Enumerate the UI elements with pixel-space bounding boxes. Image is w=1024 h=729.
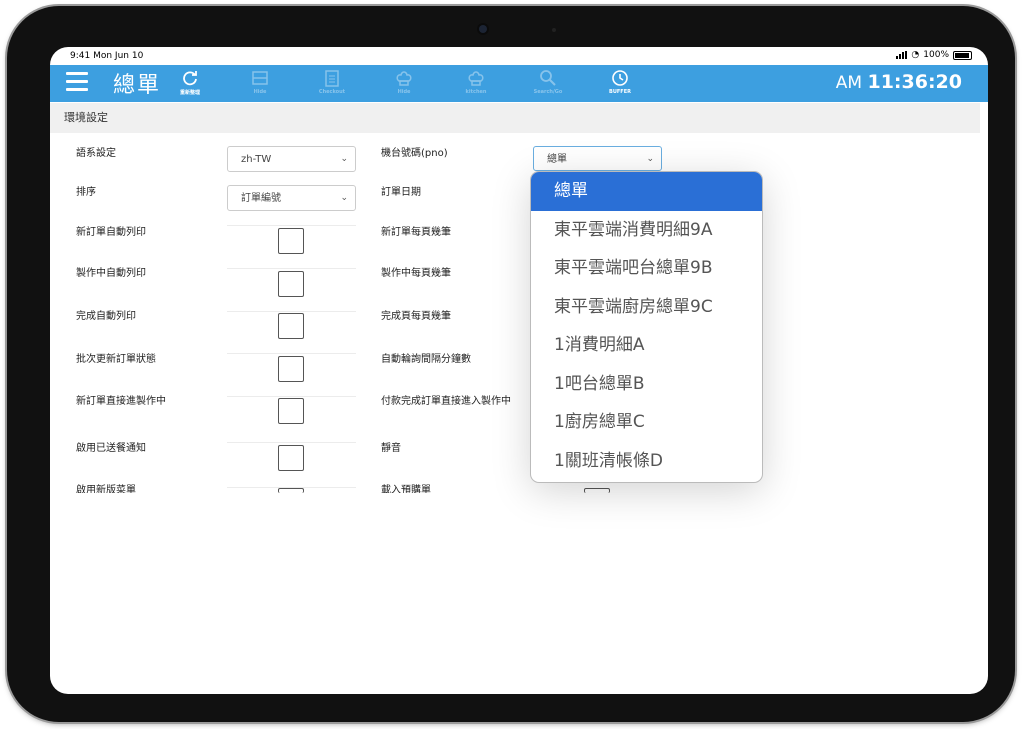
paid-to-making-label: 付款完成訂單直接進入製作中 <box>381 396 511 407</box>
delivered-notify-label: 啟用已送餐通知 <box>76 443 146 454</box>
checkout-button[interactable]: Checkout <box>312 67 352 95</box>
app-screen: 9:41 Mon Jun 10 ◔ 100% 總單 重新整理 Hide Chec… <box>50 47 988 694</box>
refresh-icon <box>170 67 210 89</box>
wifi-icon: ◔ <box>911 50 920 60</box>
dropdown-option[interactable]: 1廚房總單C <box>531 403 762 442</box>
new-menu-checkbox[interactable] <box>278 488 304 493</box>
dropdown-option[interactable]: 1吧台總單B <box>531 365 762 404</box>
clock-display: AM 11:36:20 <box>836 71 962 93</box>
row-divider <box>227 268 356 269</box>
language-label: 語系設定 <box>76 148 116 159</box>
clock-period: AM <box>835 73 863 93</box>
language-value: zh-TW <box>241 154 272 165</box>
search-button[interactable]: Search/Go <box>528 67 568 95</box>
hide-button[interactable]: Hide <box>240 67 280 95</box>
dropdown-option[interactable]: 總單 <box>531 172 762 211</box>
top-navbar: 總單 重新整理 Hide Checkout Hide kitchen Searc… <box>50 65 988 102</box>
new-to-making-checkbox[interactable] <box>278 398 304 424</box>
refresh-button[interactable]: 重新整理 <box>170 67 210 96</box>
front-camera <box>479 25 487 33</box>
checkout-label: Checkout <box>318 89 346 95</box>
making-per-page-label: 製作中每頁幾筆 <box>381 268 451 279</box>
clipboard-icon <box>312 67 352 89</box>
battery-percent: 100% <box>923 50 949 60</box>
load-preset-checkbox[interactable] <box>584 488 610 493</box>
search-icon <box>528 67 568 89</box>
tablet-frame: 9:41 Mon Jun 10 ◔ 100% 總單 重新整理 Hide Chec… <box>7 6 1015 722</box>
kitchen-label: kitchen <box>465 89 487 95</box>
row-divider <box>227 442 356 443</box>
dropdown-option[interactable]: 東平雲端吧台總單9B <box>531 249 762 288</box>
clock-icon <box>600 67 640 89</box>
new-menu-label: 啟用新版菜單 <box>76 485 136 493</box>
section-header: 環境設定 <box>50 103 980 133</box>
chef-hat-icon <box>456 67 496 89</box>
batch-update-checkbox[interactable] <box>278 356 304 382</box>
load-preset-label: 載入預購單 <box>381 485 431 493</box>
auto-print-done-label: 完成自動列印 <box>76 311 136 322</box>
new-per-page-label: 新訂單每頁幾筆 <box>381 227 451 238</box>
poll-interval-label: 自動輪詢間隔分鐘數 <box>381 354 471 365</box>
row-divider <box>227 353 356 354</box>
hide-label: Hide <box>253 89 267 95</box>
clock-time: 11:36:20 <box>867 71 962 93</box>
chevron-down-icon: ⌄ <box>340 193 348 203</box>
mute-label: 靜音 <box>381 443 401 454</box>
search-label: Search/Go <box>533 89 563 95</box>
done-per-page-label: 完成頁每頁幾筆 <box>381 311 451 322</box>
row-divider <box>227 396 356 397</box>
sort-label: 排序 <box>76 187 96 198</box>
menu-icon[interactable] <box>66 72 88 92</box>
auto-print-new-checkbox[interactable] <box>278 228 304 254</box>
signal-icon <box>896 51 908 59</box>
auto-print-making-label: 製作中自動列印 <box>76 268 146 279</box>
chevron-down-icon: ⌄ <box>646 154 654 164</box>
machine-select[interactable]: 總單 ⌄ <box>533 146 662 171</box>
auto-print-new-label: 新訂單自動列印 <box>76 227 146 238</box>
order-date-label: 訂單日期 <box>381 187 421 198</box>
kitchen-button[interactable]: kitchen <box>456 67 496 95</box>
new-to-making-label: 新訂單直接進製作中 <box>76 396 166 407</box>
machine-label: 機台號碼(pno) <box>381 148 448 159</box>
batch-update-label: 批次更新訂單狀態 <box>76 354 156 365</box>
machine-dropdown-list: 總單 東平雲端消費明細9A 東平雲端吧台總單9B 東平雲端廚房總單9C 1消費明… <box>531 172 762 482</box>
battery-icon <box>953 50 972 60</box>
row-divider <box>227 225 356 226</box>
sort-select[interactable]: 訂單編號 ⌄ <box>227 185 356 211</box>
dropdown-option[interactable]: 東平雲端消費明細9A <box>531 211 762 250</box>
buffer-button[interactable]: BUFFER <box>600 67 640 95</box>
delivered-notify-checkbox[interactable] <box>278 445 304 471</box>
bag-icon <box>240 67 280 89</box>
refresh-label: 重新整理 <box>179 90 200 96</box>
dropdown-option[interactable]: 1消費明細A <box>531 326 762 365</box>
status-time: 9:41 <box>70 51 91 61</box>
dropdown-option[interactable]: 東平雲端廚房總單9C <box>531 288 762 327</box>
hide2-label: Hide <box>397 89 411 95</box>
sort-value: 訂單編號 <box>241 193 281 204</box>
chevron-down-icon: ⌄ <box>340 154 348 164</box>
chef-hat-icon <box>384 67 424 89</box>
buffer-label: BUFFER <box>609 89 631 95</box>
row-divider <box>227 311 356 312</box>
machine-value: 總單 <box>547 154 567 165</box>
hide-kitchen-button[interactable]: Hide <box>384 67 424 95</box>
status-bar: 9:41 Mon Jun 10 ◔ 100% <box>50 47 988 65</box>
dropdown-option[interactable]: 1關班清帳條D <box>531 442 762 481</box>
page-title: 總單 <box>113 73 162 98</box>
auto-print-making-checkbox[interactable] <box>278 271 304 297</box>
light-sensor <box>552 28 556 32</box>
language-select[interactable]: zh-TW ⌄ <box>227 146 356 172</box>
status-date: Mon Jun 10 <box>93 51 144 61</box>
auto-print-done-checkbox[interactable] <box>278 313 304 339</box>
